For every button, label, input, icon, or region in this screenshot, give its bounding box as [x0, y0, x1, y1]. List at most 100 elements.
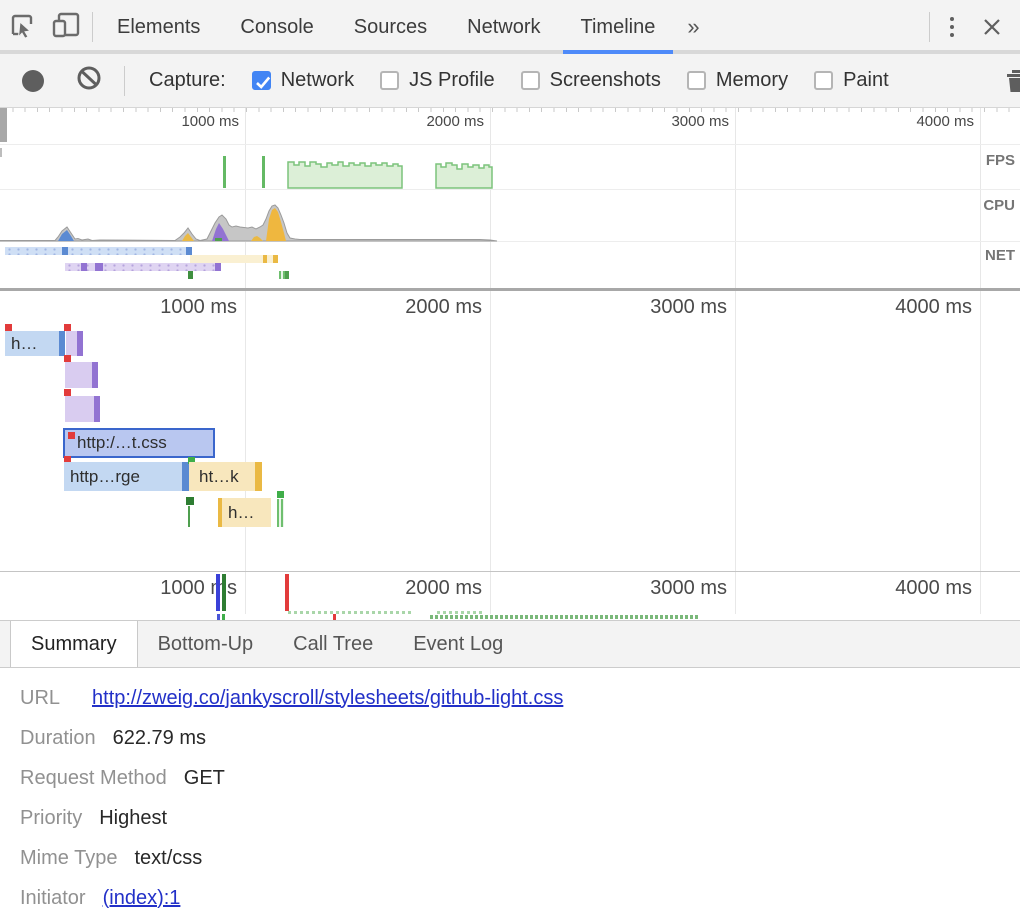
trash-icon	[1004, 68, 1020, 94]
checkbox-paint[interactable]: Paint	[814, 69, 889, 92]
request-bar-label: http…rge	[70, 467, 140, 486]
network-request-segment[interactable]	[59, 331, 65, 356]
tab-label: Elements	[117, 16, 200, 39]
speck-green	[222, 614, 225, 620]
priority-marker	[277, 491, 284, 498]
close-devtools-button[interactable]	[970, 0, 1014, 54]
tab-summary[interactable]: Summary	[10, 621, 138, 667]
timeline-overview-pane[interactable]: 1000 ms 2000 ms 3000 ms 4000 ms FPS CPU	[0, 108, 1020, 291]
net-request-segment	[215, 263, 221, 271]
detail-label: Duration	[20, 727, 96, 750]
fps-chart	[0, 144, 1020, 189]
network-request-segment[interactable]	[182, 462, 189, 491]
tab-sources[interactable]: Sources	[334, 0, 447, 54]
priority-marker	[5, 324, 12, 331]
checkbox-js-profile[interactable]: JS Profile	[380, 69, 495, 92]
checkmark-icon	[255, 75, 272, 90]
network-request-bar[interactable]: ht…k	[189, 462, 255, 491]
frames-ruler[interactable]: 1000 ms 2000 ms 3000 ms 4000 ms	[0, 571, 1020, 614]
memory-checkbox[interactable]	[687, 71, 706, 90]
detail-label: Priority	[20, 807, 82, 830]
network-request-bar[interactable]	[66, 331, 77, 356]
paint-checkbox-label[interactable]: Paint	[843, 69, 889, 92]
net-request-segment	[95, 263, 103, 271]
network-request-bar[interactable]: h…	[5, 331, 59, 356]
checkbox-network[interactable]: Network	[252, 69, 354, 92]
initiator-link[interactable]: (index):1	[103, 887, 181, 910]
js-profile-checkbox[interactable]	[380, 71, 399, 90]
gridline	[980, 291, 981, 571]
flame-ruler-label: 1000 ms	[117, 296, 237, 319]
checkbox-memory[interactable]: Memory	[687, 69, 788, 92]
gridline	[490, 291, 491, 571]
network-request-segment[interactable]	[94, 396, 100, 422]
gridline	[735, 572, 736, 614]
gridline	[735, 291, 736, 571]
overview-ruler-label: 3000 ms	[635, 113, 729, 130]
tab-elements[interactable]: Elements	[97, 0, 220, 54]
device-toolbar-button[interactable]	[44, 0, 88, 50]
timeline-flame-chart[interactable]: 1000 ms 2000 ms 3000 ms 4000 ms h… http:…	[0, 291, 1020, 571]
network-request-segment[interactable]	[255, 462, 262, 491]
detail-row-priority: Priority Highest	[20, 798, 1020, 838]
network-request-segment[interactable]	[77, 331, 83, 356]
more-tabs-chevron[interactable]: »	[675, 0, 711, 54]
details-tab-bar: Summary Bottom-Up Call Tree Event Log	[0, 620, 1020, 668]
detail-row-url: URL http://zweig.co/jankyscroll/styleshe…	[20, 678, 1020, 718]
request-bar-label: h…	[228, 503, 254, 522]
event-speck-strip	[0, 614, 1020, 620]
screenshots-checkbox[interactable]	[521, 71, 540, 90]
network-checkbox[interactable]	[252, 71, 271, 90]
toolbar-separator	[124, 66, 125, 96]
network-request-bar[interactable]	[65, 396, 94, 422]
record-button[interactable]	[22, 70, 44, 92]
marker-red	[285, 574, 289, 611]
detail-label: Initiator	[20, 887, 86, 910]
js-profile-checkbox-label[interactable]: JS Profile	[409, 69, 495, 92]
tab-bottom-up[interactable]: Bottom-Up	[138, 621, 274, 667]
screenshots-checkbox-label[interactable]: Screenshots	[550, 69, 661, 92]
marker-blue	[216, 574, 220, 611]
tab-call-tree[interactable]: Call Tree	[273, 621, 393, 667]
network-request-bar[interactable]	[65, 362, 92, 388]
url-link[interactable]: http://zweig.co/jankyscroll/stylesheets/…	[92, 687, 563, 710]
detail-row-mime-type: Mime Type text/css	[20, 838, 1020, 878]
memory-checkbox-label[interactable]: Memory	[716, 69, 788, 92]
settings-menu-button[interactable]	[934, 0, 970, 54]
close-icon	[982, 17, 1002, 37]
kebab-dot	[950, 17, 954, 21]
tab-network[interactable]: Network	[447, 0, 560, 54]
tab-console[interactable]: Console	[220, 0, 333, 54]
net-green-tick	[285, 271, 289, 279]
net-request-segment	[273, 255, 278, 263]
clear-recording-button[interactable]	[76, 65, 102, 96]
tab-timeline[interactable]: Timeline	[561, 0, 676, 54]
detail-value: 622.79 ms	[113, 727, 206, 750]
request-bar-label: h…	[11, 334, 37, 353]
capture-toolbar: Capture: Network JS Profile Screenshots …	[0, 54, 1020, 108]
network-request-bar-selected[interactable]: http:/…t.css	[63, 428, 215, 458]
detail-value: GET	[184, 767, 225, 790]
network-request-bar[interactable]: h…	[222, 498, 271, 527]
toolbar-separator	[929, 12, 930, 42]
priority-marker	[68, 432, 75, 439]
net-request-bar	[65, 263, 221, 271]
priority-marker	[64, 324, 71, 331]
checkbox-screenshots[interactable]: Screenshots	[521, 69, 661, 92]
tab-label: Sources	[354, 16, 427, 39]
network-checkbox-label[interactable]: Network	[281, 69, 354, 92]
gridline	[245, 291, 246, 571]
garbage-collect-button[interactable]	[1004, 68, 1020, 99]
tab-event-log[interactable]: Event Log	[393, 621, 523, 667]
paint-checkbox[interactable]	[814, 71, 833, 90]
overview-scrollbar[interactable]	[0, 108, 7, 142]
block-icon	[76, 65, 102, 91]
detail-value: Highest	[99, 807, 167, 830]
request-bar-label: ht…k	[199, 467, 239, 486]
cpu-lane-label: CPU	[983, 197, 1015, 214]
speck-dashes	[430, 615, 700, 619]
inspect-element-button[interactable]	[0, 0, 44, 50]
network-request-bar[interactable]: http…rge	[64, 462, 182, 491]
network-request-segment[interactable]	[92, 362, 98, 388]
marker-green	[222, 574, 226, 611]
